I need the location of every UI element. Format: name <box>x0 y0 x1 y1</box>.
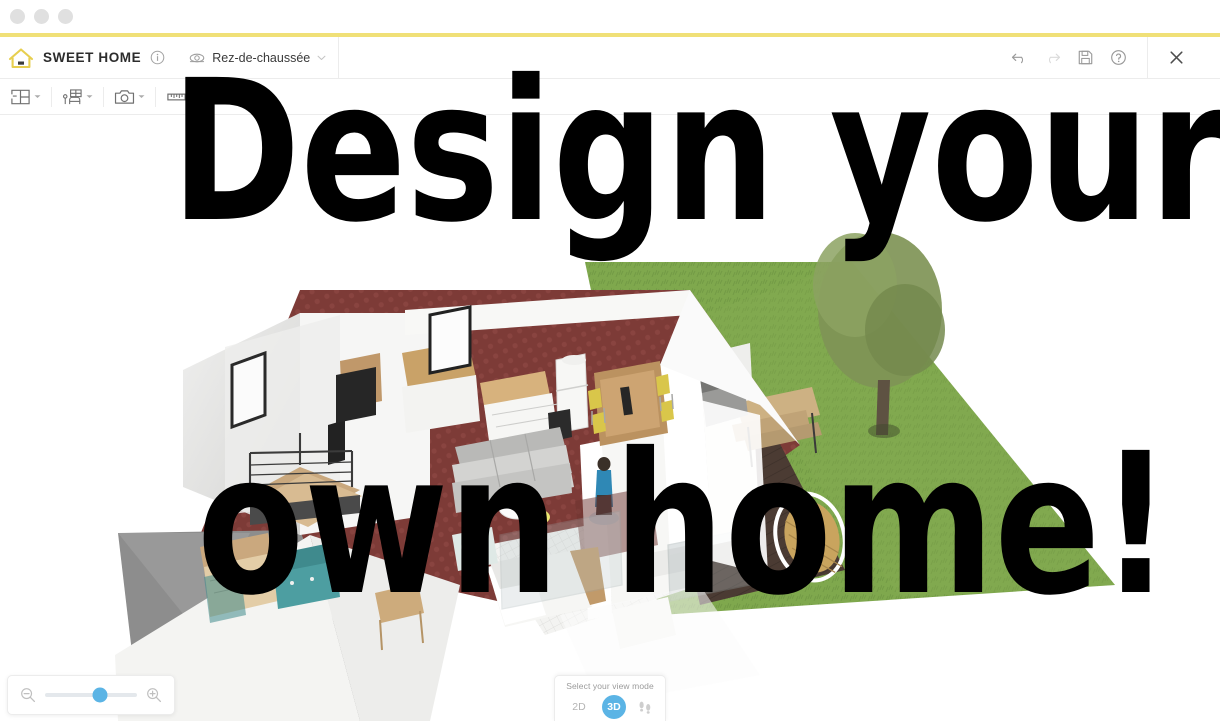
house-3d-render <box>0 115 1220 721</box>
magnifier-minus-icon[interactable] <box>20 687 36 703</box>
window-close-dot[interactable] <box>10 9 25 24</box>
info-icon[interactable] <box>150 50 165 65</box>
undo-arrow-icon[interactable] <box>1011 49 1028 66</box>
redo-arrow-icon[interactable] <box>1044 49 1061 66</box>
close-button[interactable] <box>1147 36 1202 79</box>
toolbar-divider <box>155 86 156 107</box>
chevron-down-icon <box>317 55 326 60</box>
design-canvas-3d[interactable] <box>0 115 1220 721</box>
caret-down-icon <box>138 95 145 98</box>
brand-name: SWEET HOME <box>43 50 142 65</box>
house-logo-icon <box>8 47 34 68</box>
view-mode-panel: Select your view mode 2D 3D <box>554 675 666 721</box>
furniture-tool[interactable] <box>56 82 99 112</box>
sweet-home-3d-app: SWEET HOME Rez-de-chaussée Design your o… <box>0 0 1220 721</box>
toolbar-divider <box>103 86 104 107</box>
ruler-icon <box>167 93 186 100</box>
camera-icon <box>114 89 135 104</box>
view-mode-title: Select your view mode <box>566 681 654 691</box>
zoom-slider[interactable] <box>45 687 137 703</box>
floppy-disk-icon[interactable] <box>1077 49 1094 66</box>
photo-tool[interactable] <box>108 82 151 112</box>
main-toolbar <box>0 79 1220 115</box>
magnifier-plus-icon[interactable] <box>146 687 162 703</box>
caret-down-icon <box>86 95 93 98</box>
header-actions <box>1011 36 1220 79</box>
window-titlebar <box>0 0 1220 33</box>
view-mode-2d[interactable]: 2D <box>567 695 591 719</box>
furniture-icon <box>62 88 82 104</box>
caret-down-icon <box>34 95 41 98</box>
question-circle-icon[interactable] <box>1110 49 1127 66</box>
view-mode-options: 2D 3D <box>555 695 665 719</box>
view-mode-3d[interactable]: 3D <box>602 695 626 719</box>
level-visibility-icon <box>189 53 205 62</box>
zoom-slider-thumb[interactable] <box>92 687 108 703</box>
level-label: Rez-de-chaussée <box>212 50 311 65</box>
window-zoom-dot[interactable] <box>58 9 73 24</box>
view-mode-walkthrough[interactable] <box>637 699 653 715</box>
footprints-icon <box>639 701 651 714</box>
zoom-control-panel <box>7 675 175 715</box>
level-selector[interactable]: Rez-de-chaussée <box>183 36 340 79</box>
toolbar-divider <box>51 86 52 107</box>
measure-tool[interactable] <box>160 82 193 112</box>
close-x-icon <box>1170 51 1183 64</box>
toolbar-divider <box>197 86 198 107</box>
app-header: SWEET HOME Rez-de-chaussée <box>0 36 1220 79</box>
brand-block[interactable]: SWEET HOME <box>0 37 179 79</box>
walls-tool[interactable] <box>4 82 47 112</box>
floor-plan-icon <box>10 89 30 104</box>
window-minimize-dot[interactable] <box>34 9 49 24</box>
